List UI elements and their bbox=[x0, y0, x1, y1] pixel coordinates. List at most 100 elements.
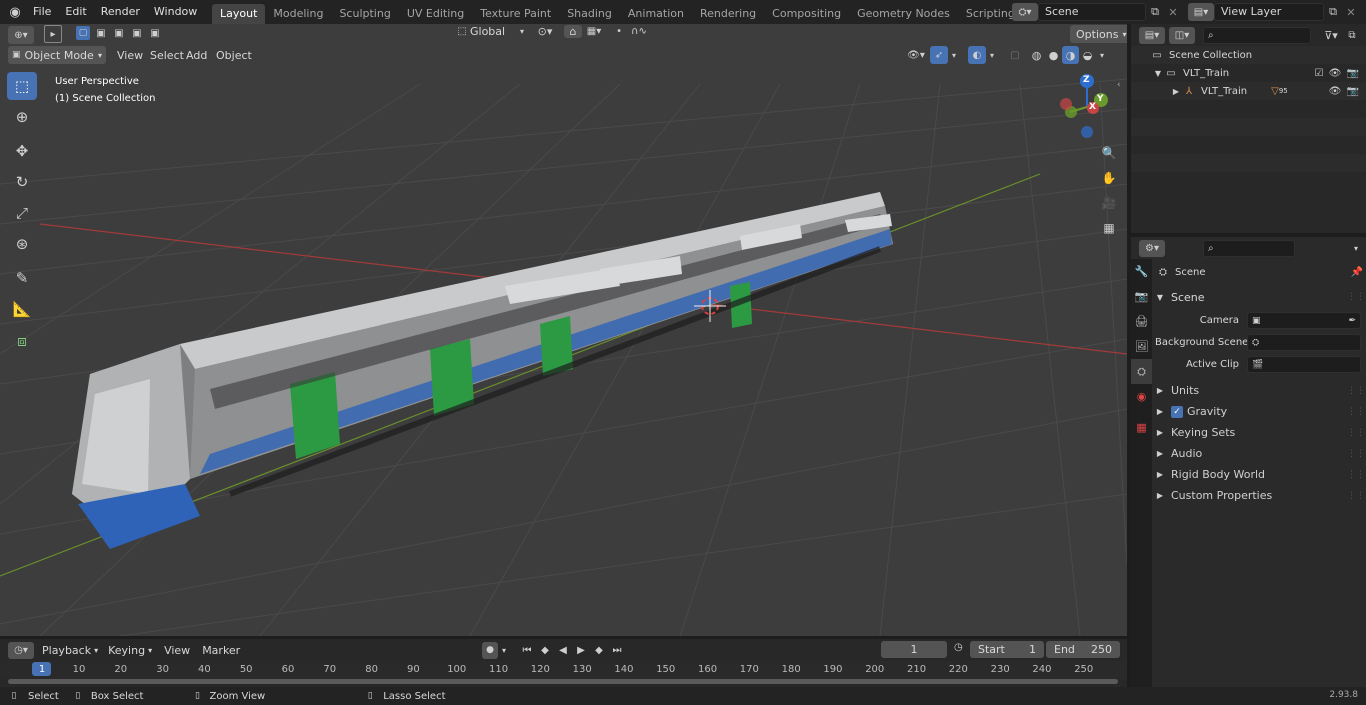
select-mode-intersect-icon[interactable]: ▣ bbox=[148, 26, 162, 40]
tab-animation[interactable]: Animation bbox=[620, 4, 692, 24]
drag-handle-icon[interactable]: ⋮⋮ bbox=[1347, 491, 1365, 501]
tab-uv-editing[interactable]: UV Editing bbox=[399, 4, 472, 24]
outliner-root-label[interactable]: Scene Collection bbox=[1169, 50, 1252, 61]
view-layer-field[interactable]: View Layer bbox=[1214, 3, 1324, 21]
menu-view[interactable]: View bbox=[117, 49, 143, 62]
snap-target-icon[interactable]: ▦▾ bbox=[582, 26, 606, 37]
select-mode-invert-icon[interactable]: ▣ bbox=[130, 26, 144, 40]
timeline-scrollbar[interactable] bbox=[8, 679, 1118, 684]
shading-material-icon[interactable]: ◑ bbox=[1062, 46, 1079, 64]
panel-units[interactable]: ▶ Units ⋮⋮ bbox=[1155, 380, 1365, 401]
timeline-editor-type-icon[interactable]: ◷▾ bbox=[8, 641, 34, 659]
drag-handle-icon[interactable]: ⋮⋮ bbox=[1347, 407, 1365, 417]
gizmo-toggle-icon[interactable]: ➶ bbox=[930, 46, 948, 64]
annotate-tool-icon[interactable]: ✎ bbox=[7, 264, 37, 292]
pan-hand-icon[interactable]: ✋ bbox=[1098, 167, 1120, 189]
properties-editor-type-icon[interactable]: ⚙▾ bbox=[1139, 239, 1165, 257]
current-frame-field[interactable]: 1 bbox=[881, 641, 947, 658]
render-camera-icon[interactable]: 📷 bbox=[1344, 68, 1362, 79]
chevron-down-icon[interactable]: ▾ bbox=[986, 51, 998, 60]
menu-edit[interactable]: Edit bbox=[58, 0, 93, 24]
select-tool-icon[interactable]: ▸ bbox=[44, 25, 62, 43]
record-keyframe-icon[interactable]: ● bbox=[482, 641, 498, 659]
sidebar-toggle-icon[interactable]: ‹ bbox=[1117, 80, 1121, 90]
ortho-toggle-icon[interactable]: ▦ bbox=[1098, 217, 1120, 239]
collapse-arrow-icon[interactable]: ▼ bbox=[1155, 293, 1165, 302]
render-tab-icon[interactable]: 📷 bbox=[1131, 284, 1152, 309]
outliner-collection-label[interactable]: VLT_Train bbox=[1183, 68, 1229, 79]
drag-handle-icon[interactable]: ⋮⋮ bbox=[1347, 449, 1365, 459]
new-collection-icon[interactable]: ⧉ bbox=[1343, 30, 1361, 41]
overlays-toggle-icon[interactable]: ◐ bbox=[968, 46, 986, 64]
eyedropper-icon[interactable]: ✒ bbox=[1348, 316, 1356, 326]
tab-sculpting[interactable]: Sculpting bbox=[331, 4, 398, 24]
playback-menu[interactable]: Playback ▾ bbox=[42, 644, 98, 657]
select-mode-extend-icon[interactable]: ▣ bbox=[94, 26, 108, 40]
zoom-icon[interactable]: 🔍 bbox=[1098, 142, 1120, 164]
expand-arrow-icon[interactable]: ▼ bbox=[1153, 69, 1163, 78]
proportional-edit-icon[interactable]: • bbox=[610, 26, 628, 37]
scene-tab-icon[interactable]: ⛭ bbox=[1131, 359, 1152, 384]
timeline-view-menu[interactable]: View bbox=[164, 644, 190, 657]
tab-layout[interactable]: Layout bbox=[212, 4, 266, 24]
shading-wireframe-icon[interactable]: ◍ bbox=[1028, 49, 1045, 62]
camera-field[interactable]: ▣ ✒ bbox=[1247, 312, 1361, 329]
jump-start-icon[interactable]: ⏮ bbox=[518, 645, 536, 656]
timeline-marker-menu[interactable]: Marker bbox=[202, 644, 240, 657]
preview-range-icon[interactable]: ◷ bbox=[954, 642, 963, 653]
add-cube-tool-icon[interactable]: ⧈ bbox=[7, 327, 37, 355]
pin-icon[interactable]: 📌 bbox=[1349, 267, 1365, 278]
jump-end-icon[interactable]: ⏭ bbox=[608, 645, 626, 656]
shading-solid-icon[interactable]: ● bbox=[1045, 49, 1062, 62]
chevron-down-icon[interactable]: ▾ bbox=[948, 51, 960, 60]
keying-menu[interactable]: Keying ▾ bbox=[108, 644, 152, 657]
include-checkbox-icon[interactable]: ☑ bbox=[1312, 68, 1326, 79]
editor-type-icon[interactable]: ⊕▾ bbox=[8, 26, 34, 44]
drag-handle-icon[interactable]: ⋮⋮ bbox=[1347, 292, 1365, 302]
menu-window[interactable]: Window bbox=[147, 0, 204, 24]
outliner-editor-type-icon[interactable]: ▤▾ bbox=[1139, 26, 1165, 44]
next-keyframe-icon[interactable]: ◆ bbox=[590, 645, 608, 656]
outliner-object-label[interactable]: VLT_Train bbox=[1201, 86, 1247, 97]
pivot-point-icon[interactable]: ⊙▾ bbox=[530, 25, 560, 38]
copy-scene-icon[interactable]: ⧉ bbox=[1146, 5, 1164, 19]
panel-rigid-body-world[interactable]: ▶ Rigid Body World ⋮⋮ bbox=[1155, 464, 1365, 485]
select-mode-new-icon[interactable]: ▢ bbox=[76, 26, 90, 40]
shading-rendered-icon[interactable]: ◒ bbox=[1079, 49, 1096, 62]
outliner-search-input[interactable]: ⌕ bbox=[1203, 26, 1311, 44]
mode-dropdown[interactable]: ▣ Object Mode ▾ bbox=[8, 46, 106, 64]
scene-icon[interactable]: ⛭▾ bbox=[1012, 3, 1038, 21]
world-tab-icon[interactable]: ◉ bbox=[1131, 384, 1152, 409]
camera-view-icon[interactable]: 🎥 bbox=[1098, 192, 1120, 214]
chevron-down-icon[interactable]: ▾ bbox=[1349, 244, 1363, 253]
render-camera-icon[interactable]: 📷 bbox=[1344, 86, 1362, 97]
visibility-eye-icon[interactable]: 👁 bbox=[1326, 86, 1344, 97]
chevron-down-icon[interactable]: ▾ bbox=[498, 646, 510, 655]
panel-gravity[interactable]: ▶ ✓ Gravity ⋮⋮ bbox=[1155, 401, 1365, 422]
options-button[interactable]: Options ▾ bbox=[1070, 25, 1127, 43]
gizmo-z-label[interactable]: Z bbox=[1083, 75, 1090, 85]
chevron-down-icon[interactable]: ▾ bbox=[1096, 51, 1108, 60]
active-clip-field[interactable]: 🎬 bbox=[1247, 356, 1361, 373]
drag-handle-icon[interactable]: ⋮⋮ bbox=[1347, 470, 1365, 480]
measure-tool-icon[interactable]: 📐 bbox=[7, 295, 37, 323]
select-box-tool-icon[interactable]: ⬚ bbox=[7, 72, 37, 100]
scale-tool-icon[interactable]: ⤢ bbox=[7, 199, 37, 227]
scene-section-header[interactable]: Scene bbox=[1171, 291, 1205, 304]
menu-add[interactable]: Add bbox=[186, 49, 207, 62]
menu-select[interactable]: Select bbox=[150, 49, 184, 62]
expand-arrow-icon[interactable]: ▶ bbox=[1171, 87, 1181, 96]
properties-search-input[interactable]: ⌕ bbox=[1203, 239, 1295, 257]
close-scene-icon[interactable]: ✕ bbox=[1164, 6, 1182, 19]
3d-viewport[interactable]: Z Y X ⊕▾ ▸ ▢ ▣ ▣ ▣ ▣ ⬚ Global ▾ ⊙▾ ⌂ ▦▾ … bbox=[0, 24, 1127, 636]
visibility-filter-icon[interactable]: 👁▾ bbox=[902, 50, 930, 61]
texture-tab-icon[interactable]: ▦ bbox=[1131, 415, 1152, 440]
display-mode-icon[interactable]: ◫▾ bbox=[1169, 26, 1195, 44]
play-reverse-icon[interactable]: ◀ bbox=[554, 645, 572, 656]
tab-modeling[interactable]: Modeling bbox=[265, 4, 331, 24]
gravity-checkbox[interactable]: ✓ bbox=[1171, 405, 1183, 418]
menu-object[interactable]: Object bbox=[216, 49, 252, 62]
tool-tab-icon[interactable]: 🔧 bbox=[1131, 259, 1152, 284]
drag-handle-icon[interactable]: ⋮⋮ bbox=[1347, 428, 1365, 438]
transform-orientation-dropdown[interactable]: Global bbox=[470, 25, 520, 38]
